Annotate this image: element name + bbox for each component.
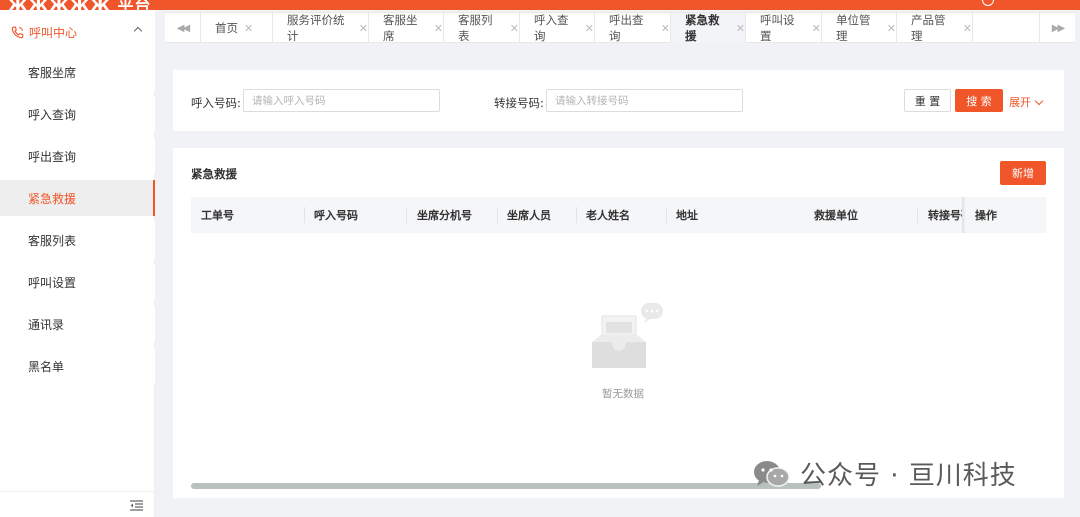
tab-agent-seat[interactable]: 客服坐席 ✕ bbox=[369, 13, 444, 43]
tab-label: 呼叫设置 bbox=[760, 13, 795, 43]
empty-inbox-icon bbox=[592, 303, 663, 368]
column-divider bbox=[406, 207, 407, 223]
close-icon[interactable]: ✕ bbox=[585, 22, 594, 35]
double-chevron-right-icon[interactable]: ▶▶ bbox=[1039, 13, 1075, 43]
panel-title: 紧急救援 bbox=[191, 167, 237, 181]
column-header: 呼入号码 bbox=[314, 209, 358, 222]
sidebar-item-contacts[interactable]: 通讯录 bbox=[0, 306, 155, 342]
sidebar-group-label: 呼叫中心 bbox=[29, 25, 78, 40]
search-button[interactable]: 搜 索 bbox=[955, 89, 1003, 112]
top-header: ЖЖЖЖЖ 平台 bbox=[0, 0, 1080, 15]
close-icon[interactable]: ✕ bbox=[510, 22, 519, 35]
close-icon[interactable]: ✕ bbox=[244, 22, 253, 35]
transfer-number-input[interactable] bbox=[546, 89, 743, 112]
tab-incoming-query[interactable]: 呼入查询 ✕ bbox=[520, 13, 595, 43]
tab-service-eval-stats[interactable]: 服务评价统计 ✕ bbox=[273, 13, 369, 43]
column-header: 坐席人员 bbox=[507, 209, 551, 222]
tab-label: 呼入查询 bbox=[534, 13, 569, 43]
reset-button[interactable]: 重 置 bbox=[904, 89, 951, 112]
sidebar-item-agent-list[interactable]: 客服列表 bbox=[0, 222, 155, 258]
menu-fold-icon[interactable] bbox=[130, 500, 143, 511]
tab-label: 紧急救援 bbox=[685, 13, 720, 43]
sidebar-item-label: 呼入查询 bbox=[28, 107, 77, 122]
close-icon[interactable]: ✕ bbox=[963, 22, 972, 35]
close-icon[interactable]: ✕ bbox=[661, 22, 670, 35]
sidebar-group-call-center[interactable]: 呼叫中心 bbox=[0, 10, 155, 54]
expand-toggle[interactable]: 展开 bbox=[1009, 94, 1044, 110]
sidebar-item-agent-seat[interactable]: 客服坐席 bbox=[0, 54, 155, 90]
tab-home[interactable]: 首页 ✕ bbox=[201, 13, 273, 43]
close-icon[interactable]: ✕ bbox=[359, 22, 368, 35]
sidebar-footer bbox=[0, 491, 155, 517]
phone-icon bbox=[10, 25, 24, 39]
sidebar-item-label: 黑名单 bbox=[28, 359, 65, 374]
column-header: 操作 bbox=[975, 209, 997, 222]
transfer-number-label: 转接号码: bbox=[494, 96, 544, 110]
sidebar-item-incoming-query[interactable]: 呼入查询 bbox=[0, 96, 155, 132]
wechat-icon bbox=[752, 459, 792, 489]
tab-outgoing-query[interactable]: 呼出查询 ✕ bbox=[595, 13, 671, 43]
column-divider bbox=[304, 207, 305, 223]
tab-label: 客服坐席 bbox=[383, 13, 418, 43]
incoming-number-label: 呼入号码: bbox=[191, 96, 241, 110]
chevron-up-icon[interactable] bbox=[133, 26, 143, 36]
column-header: 转接号码 bbox=[928, 209, 963, 222]
column-header: 地址 bbox=[676, 209, 698, 222]
tab-call-settings[interactable]: 呼叫设置 ✕ bbox=[746, 13, 822, 43]
tab-label: 首页 bbox=[215, 21, 238, 35]
tab-label: 单位管理 bbox=[836, 13, 871, 43]
empty-state: 暂无数据 bbox=[578, 298, 668, 400]
incoming-number-input[interactable] bbox=[243, 89, 440, 112]
watermark: 公众号 · 亘川科技 bbox=[752, 455, 1017, 492]
column-header: 工单号 bbox=[201, 209, 234, 222]
tab-unit-management[interactable]: 单位管理 ✕ bbox=[822, 13, 897, 43]
watermark-text: 公众号 · 亘川科技 bbox=[800, 461, 1017, 491]
sidebar-item-label: 客服坐席 bbox=[28, 65, 77, 80]
sidebar: 呼叫中心 客服坐席 呼入查询 呼出查询 紧急救援 客服列表 呼叫设置 通讯录 黑… bbox=[0, 10, 155, 517]
close-icon[interactable]: ✕ bbox=[434, 22, 443, 35]
sidebar-item-label: 客服列表 bbox=[28, 233, 77, 248]
sidebar-item-blacklist[interactable]: 黑名单 bbox=[0, 348, 155, 384]
close-icon[interactable]: ✕ bbox=[887, 22, 896, 35]
tab-product-management[interactable]: 产品管理 ✕ bbox=[897, 13, 973, 43]
tab-label: 服务评价统计 bbox=[287, 13, 345, 43]
sidebar-item-label: 呼出查询 bbox=[28, 149, 77, 164]
tab-label: 客服列表 bbox=[458, 13, 493, 43]
table-panel: 紧急救援 新增 工单号 呼入号码 坐席分机号 坐席人员 老人姓名 地址 救援单位… bbox=[173, 148, 1064, 498]
column-divider bbox=[497, 207, 498, 223]
expand-label: 展开 bbox=[1009, 96, 1031, 109]
sidebar-item-emergency-rescue[interactable]: 紧急救援 bbox=[0, 180, 155, 216]
help-icon[interactable] bbox=[982, 0, 994, 6]
sidebar-item-label: 呼叫设置 bbox=[28, 275, 77, 290]
close-icon[interactable]: ✕ bbox=[736, 22, 745, 35]
fixed-column-shadow bbox=[962, 197, 966, 233]
chevron-down-icon bbox=[1034, 96, 1044, 105]
column-header: 救援单位 bbox=[814, 209, 858, 222]
scrollbar-thumb[interactable] bbox=[191, 483, 821, 489]
search-panel: 呼入号码: 转接号码: 重 置 搜 索 展开 bbox=[173, 70, 1064, 131]
tab-label: 呼出查询 bbox=[609, 13, 644, 43]
tab-bar: ◀◀ 首页 ✕ 服务评价统计 ✕ 客服坐席 ✕ 客服列表 ✕ 呼入查询 ✕ 呼出查询 ✕ 紧… bbox=[165, 12, 1075, 43]
column-divider bbox=[917, 207, 918, 223]
column-divider bbox=[666, 207, 667, 223]
sidebar-item-label: 通讯录 bbox=[28, 317, 65, 332]
close-icon[interactable]: ✕ bbox=[812, 22, 821, 35]
sidebar-item-call-settings[interactable]: 呼叫设置 bbox=[0, 264, 155, 300]
tab-emergency-rescue[interactable]: 紧急救援 ✕ bbox=[671, 13, 746, 43]
column-header: 坐席分机号 bbox=[417, 209, 472, 222]
sidebar-item-outgoing-query[interactable]: 呼出查询 bbox=[0, 138, 155, 174]
empty-text: 暂无数据 bbox=[602, 388, 644, 400]
table-header: 工单号 呼入号码 坐席分机号 坐席人员 老人姓名 地址 救援单位 转接号码 操作 bbox=[191, 197, 1046, 233]
column-header: 老人姓名 bbox=[586, 209, 630, 222]
double-chevron-left-icon[interactable]: ◀◀ bbox=[165, 13, 201, 43]
tab-label: 产品管理 bbox=[911, 13, 946, 43]
tab-agent-list[interactable]: 客服列表 ✕ bbox=[444, 13, 520, 43]
add-button[interactable]: 新增 bbox=[1000, 161, 1046, 185]
sidebar-item-label: 紧急救援 bbox=[28, 191, 77, 206]
column-divider bbox=[576, 207, 577, 223]
